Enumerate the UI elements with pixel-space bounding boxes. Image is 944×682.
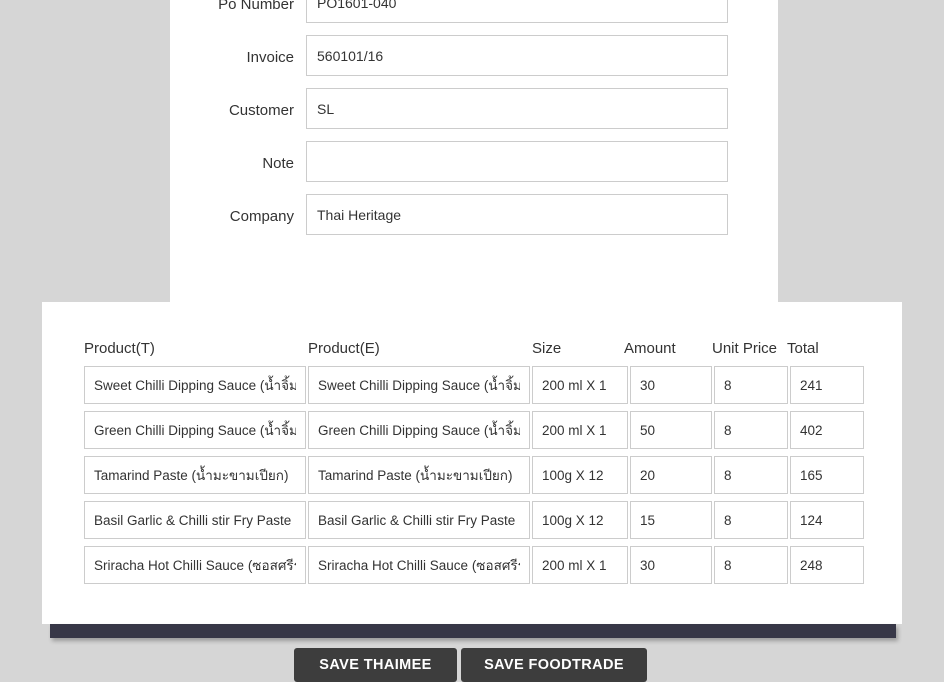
header-total: Total: [787, 340, 819, 357]
row-total-input[interactable]: [790, 411, 864, 449]
header-product-e: Product(E): [308, 340, 380, 357]
row-total-input[interactable]: [790, 546, 864, 584]
label-invoice: Invoice: [170, 49, 294, 67]
label-company: Company: [170, 208, 294, 226]
row-product-t-input[interactable]: [84, 366, 306, 404]
row-amount-input[interactable]: [630, 456, 712, 494]
form-row-note: Note: [170, 141, 778, 194]
save-foodtrade-button[interactable]: SAVE FOODTRADE: [461, 648, 647, 682]
form-row-company: Company: [170, 194, 778, 247]
row-product-e-input[interactable]: [308, 366, 530, 404]
header-unit-price: Unit Price: [712, 340, 777, 357]
order-form-panel: Po Number Invoice Customer Note Company: [170, 0, 778, 302]
row-product-t-input[interactable]: [84, 501, 306, 539]
row-product-t-input[interactable]: [84, 456, 306, 494]
row-size-input[interactable]: [532, 501, 628, 539]
row-product-t-input[interactable]: [84, 546, 306, 584]
row-amount-input[interactable]: [630, 501, 712, 539]
line-items-panel: Product(T) Product(E) Size Amount Unit P…: [42, 302, 902, 624]
row-size-input[interactable]: [532, 546, 628, 584]
invoice-input[interactable]: [306, 35, 728, 76]
row-total-input[interactable]: [790, 456, 864, 494]
action-button-bar: SAVE THAIMEE SAVE FOODTRADE: [0, 648, 944, 674]
save-thaimee-button[interactable]: SAVE THAIMEE: [294, 648, 457, 682]
label-po-number: Po Number: [170, 0, 294, 14]
row-total-input[interactable]: [790, 501, 864, 539]
header-size: Size: [532, 340, 561, 357]
label-note: Note: [170, 155, 294, 173]
label-customer: Customer: [170, 102, 294, 120]
form-row-po-number: Po Number: [170, 0, 778, 35]
header-amount: Amount: [624, 340, 676, 357]
row-amount-input[interactable]: [630, 411, 712, 449]
row-total-input[interactable]: [790, 366, 864, 404]
form-row-customer: Customer: [170, 88, 778, 141]
row-product-e-input[interactable]: [308, 411, 530, 449]
row-size-input[interactable]: [532, 366, 628, 404]
row-size-input[interactable]: [532, 411, 628, 449]
note-input[interactable]: [306, 141, 728, 182]
row-size-input[interactable]: [532, 456, 628, 494]
po-number-input[interactable]: [306, 0, 728, 23]
row-unit-price-input[interactable]: [714, 456, 788, 494]
header-product-t: Product(T): [84, 340, 155, 357]
row-unit-price-input[interactable]: [714, 366, 788, 404]
row-product-t-input[interactable]: [84, 411, 306, 449]
row-unit-price-input[interactable]: [714, 501, 788, 539]
form-row-invoice: Invoice: [170, 35, 778, 88]
row-product-e-input[interactable]: [308, 546, 530, 584]
customer-input[interactable]: [306, 88, 728, 129]
row-product-e-input[interactable]: [308, 456, 530, 494]
row-unit-price-input[interactable]: [714, 546, 788, 584]
row-amount-input[interactable]: [630, 366, 712, 404]
row-product-e-input[interactable]: [308, 501, 530, 539]
row-amount-input[interactable]: [630, 546, 712, 584]
footer-divider-bar: [50, 624, 896, 638]
company-input[interactable]: [306, 194, 728, 235]
row-unit-price-input[interactable]: [714, 411, 788, 449]
